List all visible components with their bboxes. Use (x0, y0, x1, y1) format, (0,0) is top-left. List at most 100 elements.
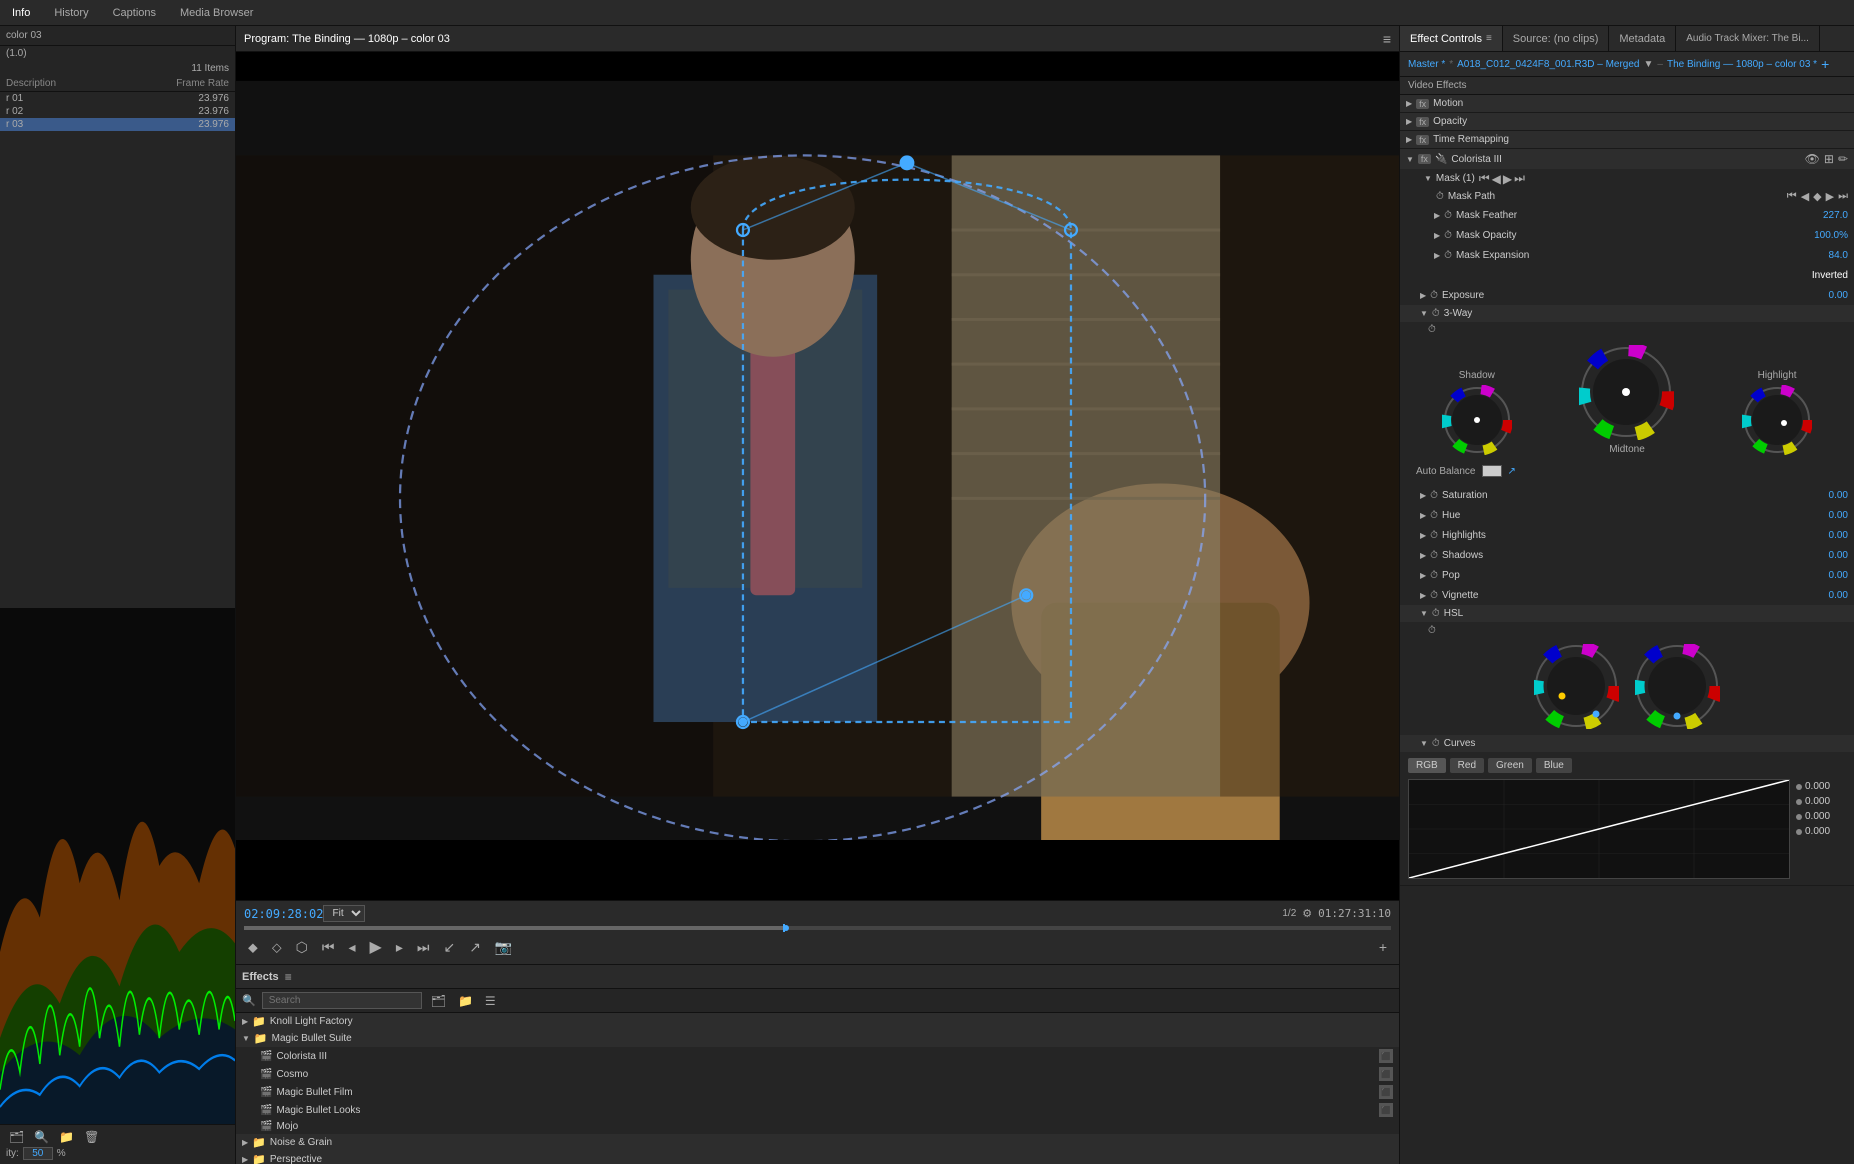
mark-clip-btn[interactable]: ⬡ (292, 937, 312, 958)
mask-expansion-value[interactable]: 84.0 (1798, 250, 1848, 261)
vignette-value[interactable]: 0.00 (1798, 590, 1848, 601)
go-to-out-btn[interactable]: ⏭ (413, 937, 434, 958)
effect-section-colorista-header[interactable]: ▼ fx 🔌 Colorista III 👁 ⊞ ✏ (1400, 149, 1854, 169)
delete-btn[interactable]: 🗑 (81, 1129, 102, 1145)
add-btn[interactable]: + (1375, 937, 1391, 957)
auto-balance-arrow[interactable]: ↗ (1508, 466, 1516, 477)
tab-info[interactable]: Info (0, 0, 42, 25)
triangle-right-icon[interactable]: ▶ (1420, 491, 1426, 500)
new-bin-btn[interactable]: 🗂 (428, 993, 449, 1009)
triangle-right-icon[interactable]: ▶ (1434, 251, 1440, 260)
breadcrumb-add[interactable]: + (1821, 56, 1829, 72)
curves-btn-red[interactable]: Red (1450, 758, 1484, 773)
triangle-right-icon[interactable]: ▶ (1420, 571, 1426, 580)
tab-effect-controls[interactable]: Effect Controls ≡ (1400, 26, 1503, 51)
bin-btn[interactable]: 🗂 (6, 1129, 27, 1145)
search-input[interactable] (262, 992, 422, 1009)
nav-next-next[interactable]: ⏭ (1838, 190, 1848, 203)
tab-source[interactable]: Source: (no clips) (1503, 26, 1610, 51)
curves-btn-blue[interactable]: Blue (1536, 758, 1572, 773)
mask-opacity-value[interactable]: 100.0% (1798, 230, 1848, 241)
opacity-input[interactable]: 50 (23, 1147, 53, 1160)
curves-graph[interactable] (1408, 779, 1790, 879)
list-item[interactable]: r 01 23.976 (0, 92, 235, 105)
curves-btn-green[interactable]: Green (1488, 758, 1532, 773)
three-way-header[interactable]: ▼ ⏱ 3-Way (1400, 305, 1854, 322)
breadcrumb-dropdown-icon[interactable]: ▼ (1644, 59, 1654, 70)
list-item[interactable]: r 03 23.976 (0, 118, 235, 131)
mask-nav-prev-prev[interactable]: ⏮ (1479, 171, 1490, 186)
triangle-right-icon[interactable]: ▶ (1420, 291, 1426, 300)
effects-group-mbs-header[interactable]: ▼ 📁 Magic Bullet Suite (236, 1030, 1399, 1047)
tab-audio-mixer[interactable]: Audio Track Mixer: The Bi... (1676, 26, 1820, 51)
effect-section-motion-header[interactable]: ▶ fx Motion (1400, 95, 1854, 112)
nav-add[interactable]: ◆ (1813, 190, 1821, 203)
list-view-btn[interactable]: ☰ (482, 993, 499, 1009)
go-to-in-btn[interactable]: ⏮ (318, 937, 339, 958)
nav-prev-prev[interactable]: ⏮ (1787, 190, 1797, 203)
effects-group-header[interactable]: ▶ 📁 Perspective (236, 1151, 1399, 1164)
triangle-right-icon[interactable]: ▶ (1420, 591, 1426, 600)
mask-nav-prev[interactable]: ◀ (1492, 171, 1501, 186)
step-back-btn[interactable]: ◂ (344, 937, 359, 958)
triangle-right-icon[interactable]: ▶ (1420, 551, 1426, 560)
tab-menu-icon[interactable]: ≡ (1486, 33, 1492, 44)
search-btn[interactable]: 🔍 (31, 1129, 52, 1145)
shadows-value[interactable]: 0.00 (1798, 550, 1848, 561)
effect-item-mblooks[interactable]: 🎬 Magic Bullet Looks ⬛ (236, 1101, 1399, 1119)
auto-balance-swatch[interactable] (1482, 465, 1502, 477)
effect-item-mbfilm[interactable]: 🎬 Magic Bullet Film ⬛ (236, 1083, 1399, 1101)
curves-header[interactable]: ▼ ⏱ Curves (1400, 735, 1854, 752)
effect-item-colorista[interactable]: 🎬 Colorista III ⬛ (236, 1047, 1399, 1065)
mark-in-btn[interactable]: ⬥ (244, 937, 262, 958)
breadcrumb-clip[interactable]: A018_C012_0424F8_001.R3D – Merged (1457, 59, 1639, 70)
triangle-right-icon[interactable]: ▶ (1434, 231, 1440, 240)
playback-bar[interactable] (244, 926, 1391, 930)
exposure-value[interactable]: 0.00 (1798, 290, 1848, 301)
hsl-header[interactable]: ▼ ⏱ HSL (1400, 605, 1854, 622)
pop-value[interactable]: 0.00 (1798, 570, 1848, 581)
overwrite-btn[interactable]: ↗ (465, 937, 485, 958)
effect-section-time-header[interactable]: ▶ fx Time Remapping (1400, 131, 1854, 148)
tab-media-browser[interactable]: Media Browser (168, 0, 265, 25)
mask-nav-next-next[interactable]: ⏭ (1514, 171, 1525, 186)
curves-graph-svg (1409, 780, 1789, 878)
lift-btn[interactable]: 📷 (491, 937, 516, 958)
new-folder-btn[interactable]: 📁 (455, 993, 476, 1009)
effects-group-header[interactable]: ▶ 📁 Noise & Grain (236, 1134, 1399, 1151)
mark-out-btn[interactable]: ⬦ (268, 937, 286, 958)
breadcrumb-sequence[interactable]: The Binding — 1080p – color 03 * (1667, 59, 1817, 70)
tab-metadata[interactable]: Metadata (1609, 26, 1676, 51)
triangle-right-icon[interactable]: ▶ (1420, 531, 1426, 540)
triangle-right-icon[interactable]: ▶ (1420, 511, 1426, 520)
mask-feather-value[interactable]: 227.0 (1798, 210, 1848, 221)
highlights-value[interactable]: 0.00 (1798, 530, 1848, 541)
insert-btn[interactable]: ↙ (439, 937, 459, 958)
eye-icon[interactable]: 👁 (1805, 152, 1820, 166)
curves-btn-rgb[interactable]: RGB (1408, 758, 1446, 773)
hue-value[interactable]: 0.00 (1798, 510, 1848, 521)
folder-btn[interactable]: 📁 (56, 1129, 77, 1145)
exposure-label: Exposure (1442, 290, 1794, 301)
list-item[interactable]: r 02 23.976 (0, 105, 235, 118)
nav-prev[interactable]: ◀ (1801, 190, 1809, 203)
step-fwd-btn[interactable]: ▸ (392, 937, 407, 958)
tab-history[interactable]: History (42, 0, 100, 25)
tab-captions[interactable]: Captions (101, 0, 168, 25)
saturation-value[interactable]: 0.00 (1798, 490, 1848, 501)
effect-item-cosmo[interactable]: 🎬 Cosmo ⬛ (236, 1065, 1399, 1083)
effects-group-header[interactable]: ▶ 📁 Knoll Light Factory (236, 1013, 1399, 1030)
nav-next[interactable]: ▶ (1826, 190, 1834, 203)
triangle-right-icon[interactable]: ▶ (1434, 211, 1440, 220)
fit-dropdown[interactable]: Fit (323, 905, 365, 922)
effect-section-opacity-header[interactable]: ▶ fx Opacity (1400, 113, 1854, 130)
monitor-menu-btn[interactable]: ≡ (1383, 31, 1391, 47)
effect-item-mojo[interactable]: 🎬 Mojo (236, 1119, 1399, 1134)
settings-icon[interactable]: ⊞ (1824, 152, 1834, 166)
mask-section-header[interactable]: ▼ Mask (1) ⏮ ◀ ▶ ⏭ (1400, 169, 1854, 188)
breadcrumb-master[interactable]: Master * (1408, 59, 1445, 70)
play-btn[interactable]: ▶ (366, 935, 386, 959)
edit-icon[interactable]: ✏ (1838, 152, 1848, 166)
mask-nav-next[interactable]: ▶ (1503, 171, 1512, 186)
effects-menu-btn[interactable]: ≡ (285, 970, 292, 984)
